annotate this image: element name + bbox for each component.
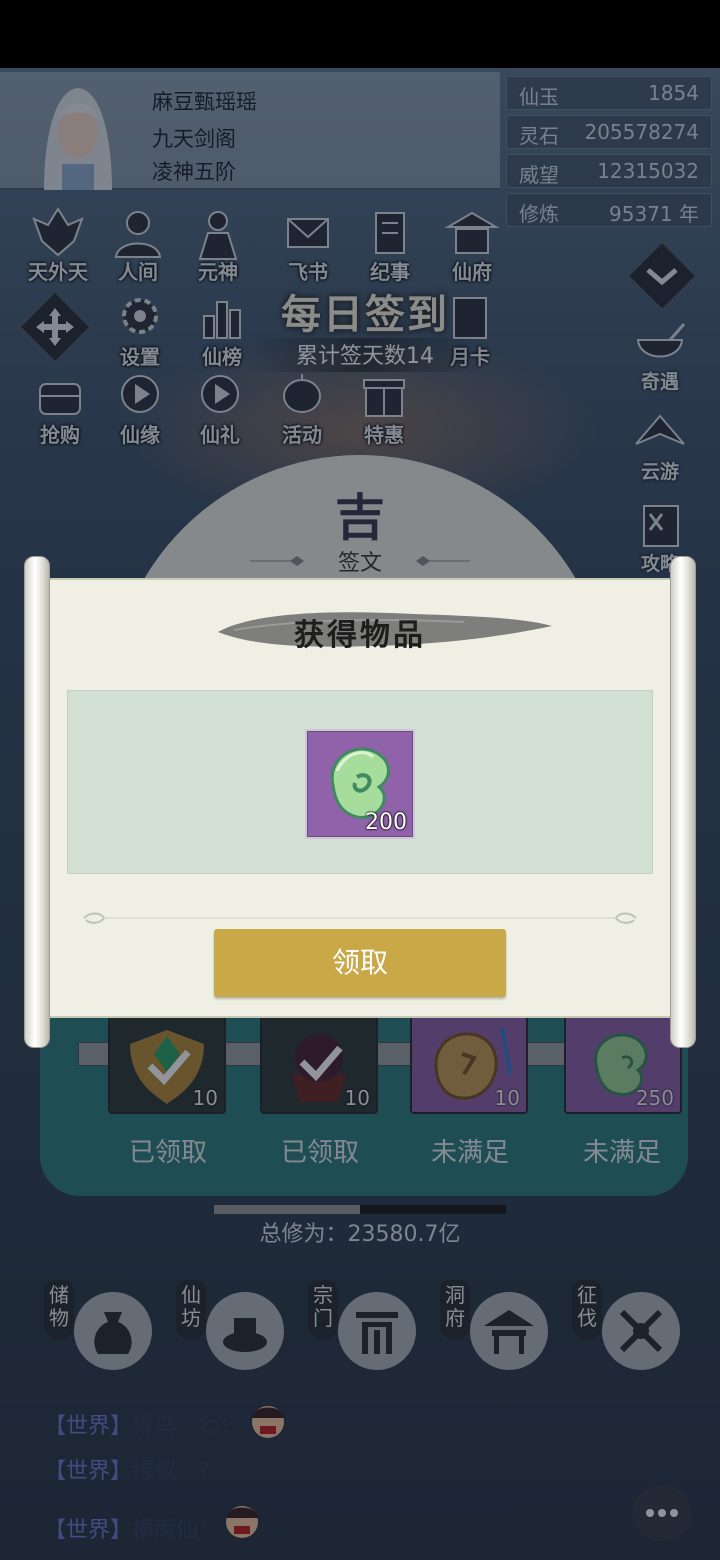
- ornamental-divider: [83, 912, 637, 924]
- scroll-rod-right: [670, 556, 696, 1048]
- item-count: 200: [365, 810, 407, 835]
- scroll-rod-left: [24, 556, 50, 1048]
- claim-label: 领取: [331, 946, 388, 979]
- reward-item-slot[interactable]: 200: [305, 729, 415, 839]
- modal-title: 获得物品: [294, 618, 426, 653]
- status-bar: [0, 0, 720, 68]
- claim-button[interactable]: 领取: [214, 929, 506, 997]
